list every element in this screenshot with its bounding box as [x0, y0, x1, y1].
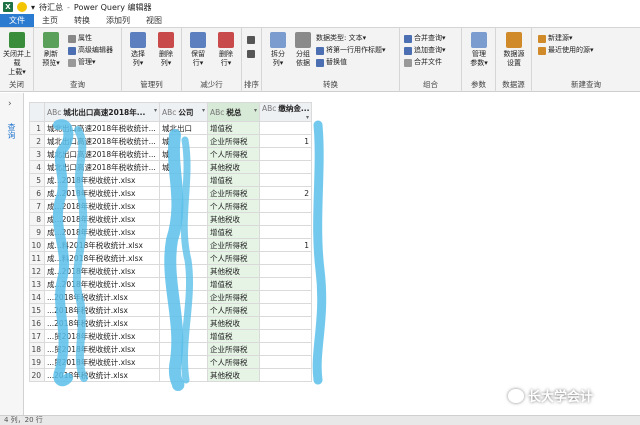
- scribble-amount: [312, 120, 327, 385]
- status-bar: 4 列，20 行: [0, 415, 640, 425]
- watermark-text: 长大学会计: [528, 390, 594, 405]
- scribble-company: [164, 129, 185, 391]
- scribble-left2: [73, 126, 88, 382]
- scribble-left: [52, 119, 74, 387]
- highlighter-scribbles: [52, 119, 327, 391]
- status-text: 4 列，20 行: [4, 416, 43, 424]
- watermark: 长大学会计: [508, 386, 593, 405]
- wechat-icon: [508, 388, 524, 403]
- scribble-company2: [180, 136, 194, 384]
